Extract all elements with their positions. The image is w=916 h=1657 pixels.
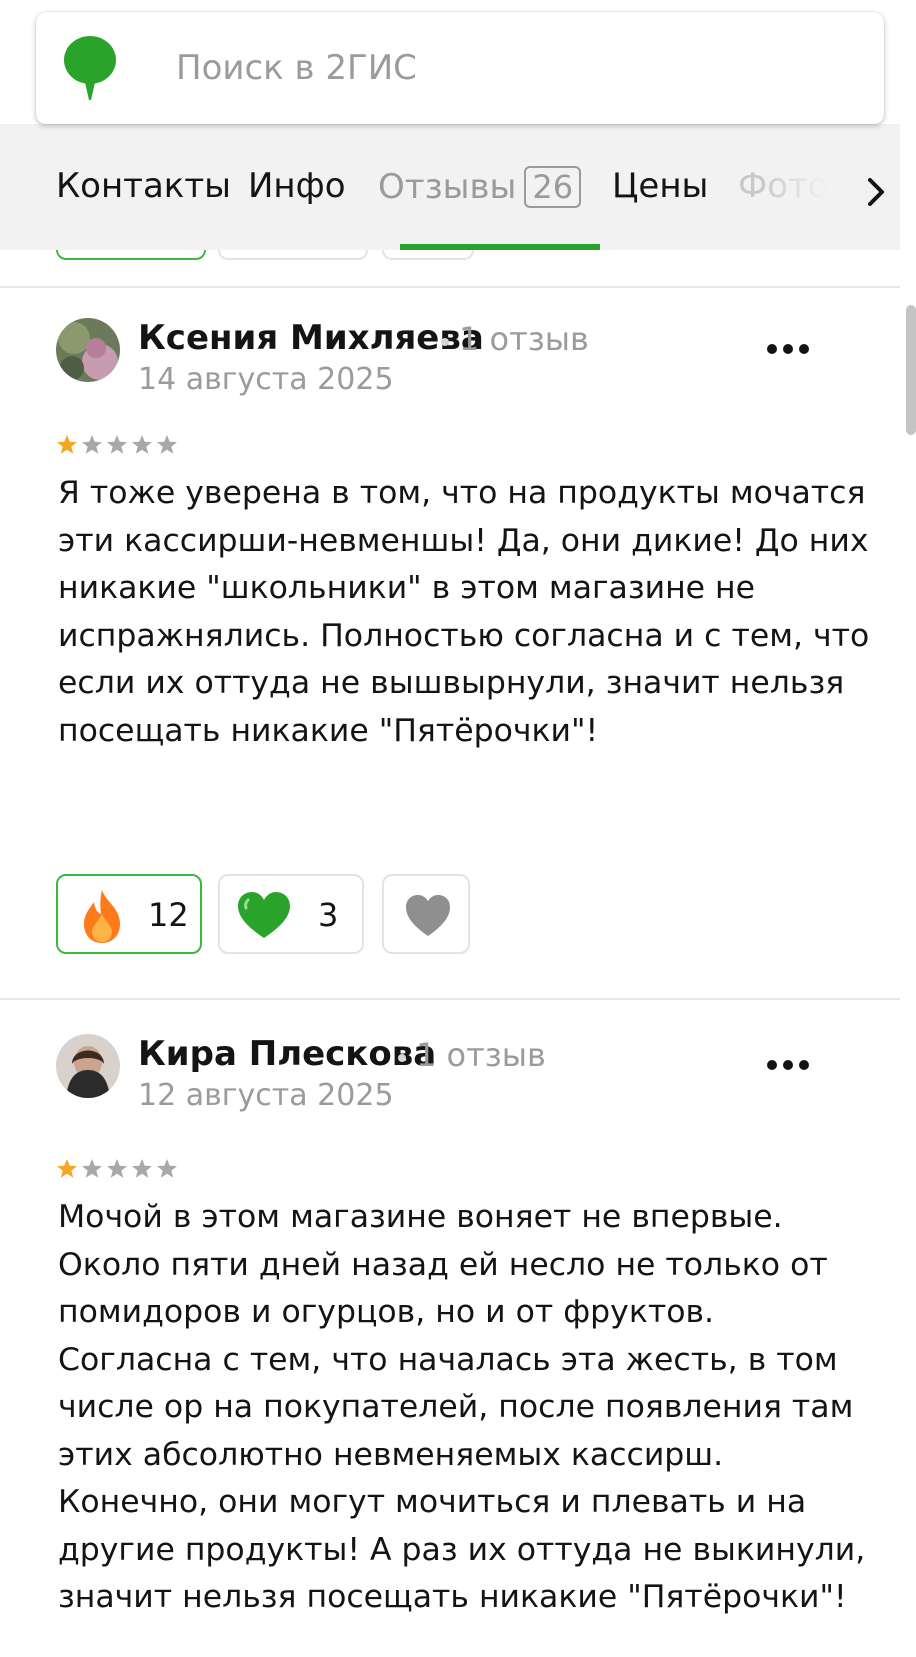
review-text: Мочой в этом магазине воняет не впервые.… — [58, 1199, 866, 1615]
tab-prices[interactable]: Цены — [612, 166, 708, 206]
avatar-image — [56, 1034, 120, 1098]
divider — [0, 998, 900, 1000]
more-options-icon[interactable] — [766, 342, 810, 356]
avatar-image — [56, 318, 120, 382]
review-date: 12 августа 2025 — [138, 1078, 394, 1113]
heart-icon — [406, 895, 450, 936]
search-bar[interactable] — [36, 12, 884, 124]
tab-reviews-label: Отзывы — [378, 167, 517, 207]
fire-reaction-button[interactable]: 12 — [56, 874, 202, 954]
author-review-count: 1 отзыв — [459, 320, 589, 358]
2gis-logo-icon[interactable] — [62, 34, 118, 102]
review-date: 14 августа 2025 — [138, 362, 394, 397]
author-name[interactable]: Кира Плескова — [138, 1034, 436, 1074]
separator-dot — [398, 1054, 406, 1062]
author-review-count: 1 отзыв — [416, 1036, 546, 1074]
green-heart-icon — [238, 892, 290, 938]
rating-stars-icon — [57, 1159, 177, 1178]
review-text: Я тоже уверена в том, что на продукты мо… — [58, 475, 870, 749]
tab-contacts[interactable]: Контакты — [56, 166, 231, 206]
tabs-fade-overlay — [760, 124, 840, 250]
divider — [0, 286, 900, 288]
search-input[interactable] — [176, 42, 816, 94]
separator-dot — [441, 338, 449, 346]
avatar[interactable] — [56, 1034, 120, 1098]
avatar[interactable] — [56, 318, 120, 382]
reviews-count-badge: 26 — [524, 166, 582, 208]
search-area — [0, 0, 906, 124]
chevron-right-icon[interactable] — [862, 172, 890, 212]
heart-reaction-button[interactable]: 3 — [218, 874, 364, 954]
fire-icon — [84, 890, 120, 943]
more-options-icon[interactable] — [766, 1058, 810, 1072]
active-tab-indicator — [400, 244, 600, 250]
author-name[interactable]: Ксения Михляева — [138, 318, 484, 358]
tab-info[interactable]: Инфо — [248, 166, 346, 206]
rating-stars-icon — [57, 435, 177, 454]
add-reaction-button[interactable] — [382, 874, 470, 954]
tabs-bar: Контакты Инфо Отзывы26 Цены Фото — [0, 124, 900, 250]
fire-count: 12 — [148, 896, 189, 934]
tab-reviews[interactable]: Отзывы 26 — [378, 166, 582, 208]
heart-count: 3 — [318, 896, 339, 934]
scrollbar[interactable] — [906, 305, 916, 435]
